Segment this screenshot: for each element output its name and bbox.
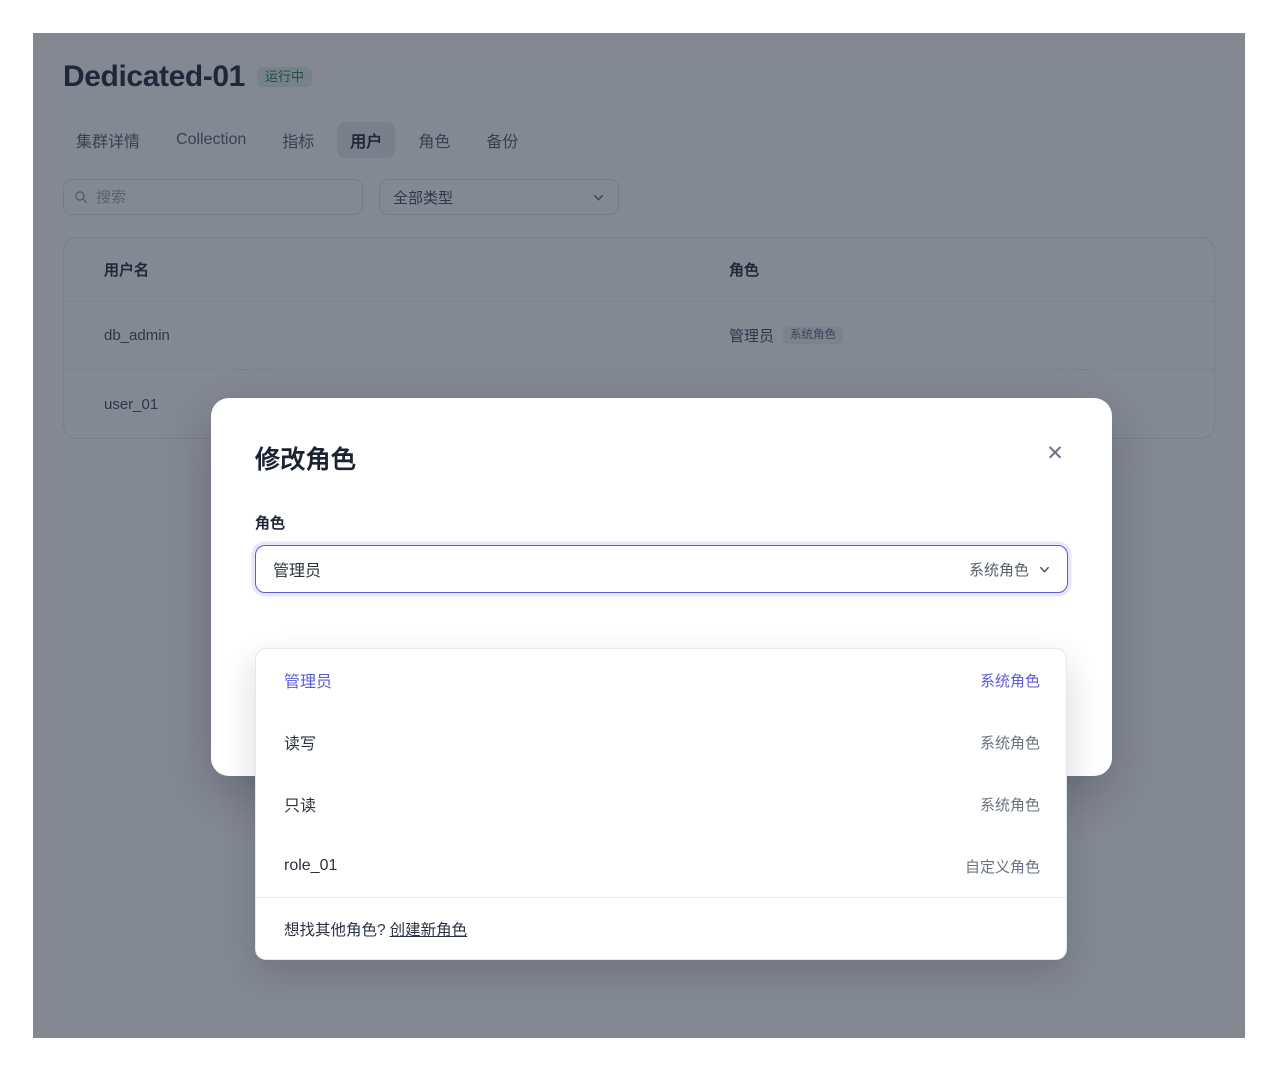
- modal-title: 修改角色: [255, 440, 356, 476]
- dropdown-option-role-01[interactable]: role_01 自定义角色: [256, 835, 1066, 897]
- role-select[interactable]: 管理员 系统角色: [255, 545, 1068, 593]
- role-select-value: 管理员: [273, 557, 321, 581]
- option-label: role_01: [284, 857, 337, 875]
- dropdown-footer: 想找其他角色? 创建新角色: [256, 897, 1066, 959]
- dropdown-option-admin[interactable]: 管理员 系统角色: [256, 649, 1066, 711]
- option-kind: 系统角色: [980, 794, 1040, 815]
- option-kind: 系统角色: [980, 732, 1040, 753]
- role-select-meta: 系统角色: [969, 559, 1051, 580]
- create-role-link[interactable]: 创建新角色: [390, 918, 468, 940]
- option-kind: 自定义角色: [965, 856, 1040, 877]
- option-kind: 系统角色: [980, 670, 1040, 691]
- role-dropdown: 管理员 系统角色 读写 系统角色 只读 系统角色 role_01 自定义角色 想…: [255, 648, 1067, 960]
- dropdown-option-readonly[interactable]: 只读 系统角色: [256, 773, 1066, 835]
- option-label: 只读: [284, 792, 316, 816]
- option-label: 管理员: [284, 668, 332, 692]
- dropdown-option-readwrite[interactable]: 读写 系统角色: [256, 711, 1066, 773]
- dropdown-footer-text: 想找其他角色?: [284, 918, 386, 940]
- role-select-kind: 系统角色: [969, 559, 1029, 580]
- app-root: Dedicated-01 运行中 集群详情 Collection 指标 用户 角…: [0, 0, 1278, 1086]
- chevron-down-icon: [1038, 563, 1051, 576]
- option-label: 读写: [284, 730, 316, 754]
- role-field-label: 角色: [255, 512, 1068, 533]
- close-icon[interactable]: ✕: [1042, 440, 1068, 466]
- modal-header: 修改角色 ✕: [255, 440, 1068, 476]
